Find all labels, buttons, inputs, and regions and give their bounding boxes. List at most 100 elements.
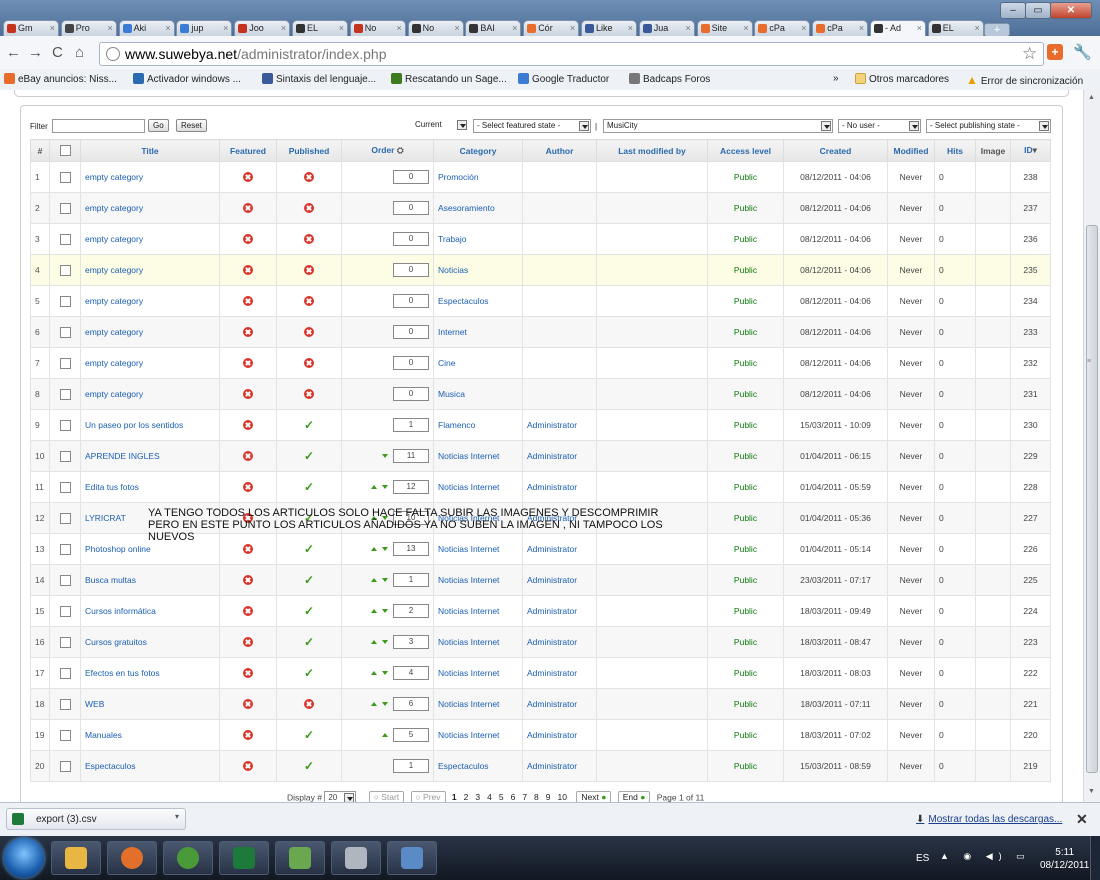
cell-order[interactable]: 0 — [341, 316, 434, 348]
move-up-icon[interactable] — [371, 578, 377, 582]
cell-category[interactable]: Noticias — [433, 254, 523, 286]
order-input[interactable]: 1 — [393, 759, 429, 773]
prev-button[interactable]: ○ Prev — [410, 791, 446, 802]
end-button[interactable]: End ● — [617, 791, 651, 802]
browser-tab[interactable]: Gm × — [3, 20, 59, 36]
cell-order[interactable]: 1 — [341, 750, 434, 782]
taskbar-app-explorer[interactable] — [51, 841, 101, 875]
tab-close-icon[interactable]: × — [108, 23, 113, 33]
unpublished-icon[interactable] — [304, 699, 314, 710]
cell-author[interactable] — [522, 223, 597, 255]
browser-tab[interactable]: Joo × — [234, 20, 291, 36]
download-menu-icon[interactable]: ▾ — [175, 812, 179, 821]
extension-plus-icon[interactable]: + — [1047, 44, 1063, 60]
page-number-link[interactable]: 10 — [558, 792, 567, 802]
col-title[interactable]: Title — [80, 139, 220, 162]
cell-author[interactable] — [522, 192, 597, 224]
cell-category[interactable]: Noticias Internet — [433, 688, 523, 720]
move-up-icon[interactable] — [371, 640, 377, 644]
page-number-link[interactable]: 2 — [464, 792, 469, 802]
published-check-icon[interactable]: ✓ — [304, 604, 314, 618]
cell-published[interactable] — [276, 688, 342, 720]
bookmark-item[interactable]: Activador windows ... — [133, 73, 241, 85]
order-input[interactable]: 3 — [393, 635, 429, 649]
author-link[interactable]: Administrator — [527, 761, 577, 771]
cell-published[interactable] — [276, 223, 342, 255]
tab-close-icon[interactable]: × — [339, 23, 344, 33]
taskbar-app-notes[interactable] — [387, 841, 437, 875]
cell-published[interactable]: ✓ — [276, 595, 342, 627]
page-scrollbar[interactable]: ▲ ≡ ▼ — [1083, 90, 1100, 802]
cell-check[interactable] — [49, 719, 81, 751]
cell-category[interactable]: Musica — [433, 378, 523, 410]
published-check-icon[interactable]: ✓ — [304, 480, 314, 494]
cell-author[interactable]: Administrator — [522, 440, 597, 472]
table-row[interactable]: 11 Edita tus fotos ✓ 12 Noticias Internet Adm… — [30, 471, 1051, 503]
other-bookmarks[interactable]: Otros marcadores — [855, 73, 949, 85]
row-checkbox[interactable] — [59, 450, 71, 462]
article-title-link[interactable]: WEB — [85, 699, 104, 709]
not-featured-icon[interactable] — [243, 575, 253, 586]
browser-tab[interactable]: jup × — [176, 20, 233, 36]
cell-author[interactable]: Administrator — [522, 626, 597, 658]
row-checkbox[interactable] — [59, 202, 71, 214]
filter-input[interactable] — [52, 119, 145, 133]
table-row[interactable]: 5 empty category 0 Espectaculos Public 08/12/… — [30, 285, 1051, 317]
tab-close-icon[interactable]: × — [628, 23, 633, 33]
col-featured[interactable]: Featured — [219, 139, 277, 162]
cell-category[interactable]: Espectaculos — [433, 285, 523, 317]
published-check-icon[interactable]: ✓ — [304, 666, 314, 680]
taskbar-app-editor[interactable] — [331, 841, 381, 875]
bookmark-item[interactable]: eBay anuncios: Niss... — [4, 73, 117, 85]
cell-title[interactable]: empty category — [80, 285, 220, 317]
browser-tab[interactable]: EL × — [292, 20, 348, 36]
cell-published[interactable] — [276, 254, 342, 286]
cell-check[interactable] — [49, 750, 81, 782]
browser-tab[interactable]: EL × — [927, 20, 984, 36]
category-link[interactable]: Noticias Internet — [438, 575, 499, 585]
cell-check[interactable] — [49, 378, 81, 410]
cell-check[interactable] — [49, 657, 81, 689]
table-row[interactable]: 18 WEB 6 Noticias Internet Administrator Publ… — [30, 688, 1051, 720]
not-featured-icon[interactable] — [243, 358, 253, 369]
cell-featured[interactable] — [219, 192, 277, 224]
browser-tab[interactable]: Pro × — [60, 20, 117, 36]
cell-author[interactable]: Administrator — [522, 688, 597, 720]
page-number-link[interactable]: 6 — [511, 792, 516, 802]
cell-author[interactable] — [522, 347, 597, 379]
cell-order[interactable]: 0 — [341, 347, 434, 379]
bookmark-star-icon[interactable]: ☆ — [1022, 44, 1037, 64]
tab-close-icon[interactable]: × — [397, 23, 402, 33]
published-check-icon[interactable]: ✓ — [304, 542, 314, 556]
start-button[interactable] — [4, 838, 44, 878]
cell-category[interactable]: Asesoramiento — [433, 192, 523, 224]
article-title-link[interactable]: empty category — [85, 234, 143, 244]
order-input[interactable]: 11 — [393, 449, 429, 463]
article-title-link[interactable]: empty category — [85, 358, 143, 368]
cell-category[interactable]: Noticias Internet — [433, 657, 523, 689]
cell-check[interactable] — [49, 564, 81, 596]
col-modified[interactable]: Modified — [887, 139, 935, 162]
order-input[interactable]: 1 — [393, 573, 429, 587]
cell-order[interactable]: 1 — [341, 409, 434, 441]
page-number-link[interactable]: 7 — [522, 792, 527, 802]
article-title-link[interactable]: LYRICRAT — [85, 513, 126, 523]
browser-tab[interactable]: No × — [349, 20, 406, 36]
cell-title[interactable]: Efectos en tus fotos — [80, 657, 220, 689]
not-featured-icon[interactable] — [243, 203, 253, 214]
cell-author[interactable] — [522, 316, 597, 348]
row-checkbox[interactable] — [59, 667, 71, 679]
cell-order[interactable]: 5 — [341, 719, 434, 751]
cell-check[interactable] — [49, 254, 81, 286]
move-up-icon[interactable] — [371, 702, 377, 706]
cell-featured[interactable] — [219, 595, 277, 627]
category-link[interactable]: Noticias Internet — [438, 699, 499, 709]
cell-check[interactable] — [49, 502, 81, 534]
col-check-all[interactable] — [49, 139, 81, 162]
page-number-link[interactable]: 3 — [475, 792, 480, 802]
page-number-link[interactable]: 9 — [546, 792, 551, 802]
taskbar-app-firefox[interactable] — [107, 841, 157, 875]
row-checkbox[interactable] — [59, 729, 71, 741]
cell-featured[interactable] — [219, 440, 277, 472]
browser-tab[interactable]: - Ad × — [870, 20, 926, 37]
